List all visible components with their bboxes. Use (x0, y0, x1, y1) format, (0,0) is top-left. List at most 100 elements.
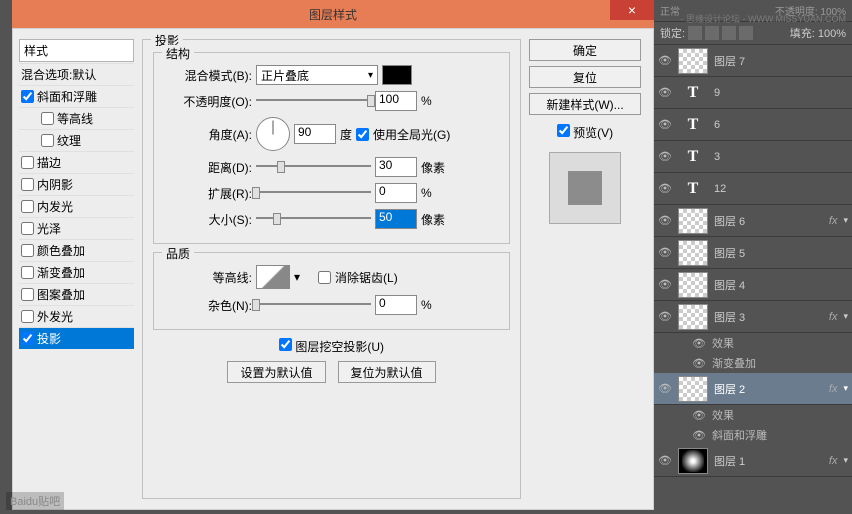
style-item[interactable]: 图案叠加 (19, 283, 134, 305)
fx-indicator[interactable]: fx (829, 311, 838, 323)
layer-item[interactable]: 👁图层 1fx ▾ (654, 445, 852, 477)
layer-thumbnail[interactable]: T (678, 112, 708, 138)
effect-sub-item[interactable]: 👁效果 (654, 405, 852, 425)
chevron-down-icon[interactable]: ▾ (843, 215, 848, 226)
lock-transparent-icon[interactable] (688, 26, 702, 40)
cancel-button[interactable]: 复位 (529, 66, 641, 88)
style-checkbox[interactable] (41, 112, 54, 125)
style-checkbox[interactable] (21, 310, 34, 323)
effect-sub-item[interactable]: 👁斜面和浮雕 (654, 425, 852, 445)
style-item[interactable]: 投影 (19, 327, 134, 349)
style-checkbox[interactable] (21, 288, 34, 301)
layer-thumbnail[interactable] (678, 448, 708, 474)
effect-sub-item[interactable]: 👁渐变叠加 (654, 353, 852, 373)
layer-thumbnail[interactable] (678, 304, 708, 330)
contour-arrow[interactable]: ▾ (294, 270, 300, 284)
fx-indicator[interactable]: fx (829, 215, 838, 227)
layer-thumbnail[interactable]: T (678, 144, 708, 170)
preview-checkbox[interactable] (557, 124, 570, 137)
layer-item[interactable]: 👁图层 5 (654, 237, 852, 269)
layer-item[interactable]: 👁T3 (654, 141, 852, 173)
layer-thumbnail[interactable] (678, 208, 708, 234)
layer-item[interactable]: 👁T9 (654, 77, 852, 109)
noise-input[interactable]: 0 (375, 295, 417, 315)
style-checkbox[interactable] (21, 244, 34, 257)
visibility-icon[interactable]: 👁 (692, 409, 706, 422)
blend-mode-select[interactable]: 正片叠底 (256, 65, 378, 85)
style-item[interactable]: 斜面和浮雕 (19, 85, 134, 107)
close-button[interactable]: × (610, 0, 654, 20)
style-item[interactable]: 内阴影 (19, 173, 134, 195)
layer-item[interactable]: 👁T12 (654, 173, 852, 205)
opacity-input[interactable]: 100 (375, 91, 417, 111)
chevron-down-icon[interactable]: ▾ (843, 455, 848, 466)
visibility-icon[interactable]: 👁 (692, 429, 706, 442)
layer-item[interactable]: 👁图层 4 (654, 269, 852, 301)
effect-sub-item[interactable]: 👁效果 (654, 333, 852, 353)
angle-input[interactable]: 90 (294, 124, 336, 144)
fx-indicator[interactable]: fx (829, 455, 838, 467)
style-item[interactable]: 颜色叠加 (19, 239, 134, 261)
lock-pixels-icon[interactable] (705, 26, 719, 40)
visibility-icon[interactable]: 👁 (692, 337, 706, 350)
layer-item[interactable]: 👁T6 (654, 109, 852, 141)
chevron-down-icon[interactable]: ▾ (843, 311, 848, 322)
spread-input[interactable]: 0 (375, 183, 417, 203)
style-checkbox[interactable] (21, 266, 34, 279)
antialias-checkbox[interactable] (318, 271, 331, 284)
size-slider[interactable] (256, 210, 371, 228)
visibility-icon[interactable]: 👁 (658, 382, 672, 395)
dialog-title-bar[interactable]: 图层样式 × (12, 0, 654, 28)
visibility-icon[interactable]: 👁 (658, 118, 672, 131)
visibility-icon[interactable]: 👁 (658, 182, 672, 195)
style-item[interactable]: 纹理 (19, 129, 134, 151)
chevron-down-icon[interactable]: ▾ (843, 383, 848, 394)
global-light-checkbox[interactable] (356, 128, 369, 141)
distance-input[interactable]: 30 (375, 157, 417, 177)
visibility-icon[interactable]: 👁 (658, 246, 672, 259)
distance-slider[interactable] (256, 158, 371, 176)
visibility-icon[interactable]: 👁 (658, 150, 672, 163)
style-checkbox[interactable] (21, 332, 34, 345)
styles-header[interactable]: 样式 (19, 39, 134, 62)
new-style-button[interactable]: 新建样式(W)... (529, 93, 641, 115)
ok-button[interactable]: 确定 (529, 39, 641, 61)
layer-item[interactable]: 👁图层 2fx ▾ (654, 373, 852, 405)
style-checkbox[interactable] (41, 134, 54, 147)
layer-thumbnail[interactable]: T (678, 176, 708, 202)
layer-thumbnail[interactable] (678, 376, 708, 402)
blend-options-item[interactable]: 混合选项:默认 (19, 63, 134, 85)
lock-all-icon[interactable] (739, 26, 753, 40)
noise-slider[interactable] (256, 296, 371, 314)
style-checkbox[interactable] (21, 222, 34, 235)
style-checkbox[interactable] (21, 200, 34, 213)
layer-item[interactable]: 👁图层 3fx ▾ (654, 301, 852, 333)
layer-item[interactable]: 👁图层 7 (654, 45, 852, 77)
style-checkbox[interactable] (21, 156, 34, 169)
angle-dial[interactable] (256, 117, 290, 151)
style-checkbox[interactable] (21, 90, 34, 103)
layer-thumbnail[interactable]: T (678, 80, 708, 106)
visibility-icon[interactable]: 👁 (658, 54, 672, 67)
layer-thumbnail[interactable] (678, 240, 708, 266)
style-item[interactable]: 内发光 (19, 195, 134, 217)
layer-thumbnail[interactable] (678, 272, 708, 298)
set-default-button[interactable]: 设置为默认值 (227, 361, 325, 383)
knockout-checkbox[interactable] (279, 338, 292, 351)
visibility-icon[interactable]: 👁 (658, 86, 672, 99)
fx-indicator[interactable]: fx (829, 383, 838, 395)
style-item[interactable]: 描边 (19, 151, 134, 173)
visibility-icon[interactable]: 👁 (692, 357, 706, 370)
visibility-icon[interactable]: 👁 (658, 454, 672, 467)
visibility-icon[interactable]: 👁 (658, 278, 672, 291)
restore-default-button[interactable]: 复位为默认值 (338, 361, 436, 383)
visibility-icon[interactable]: 👁 (658, 310, 672, 323)
style-item[interactable]: 等高线 (19, 107, 134, 129)
opacity-slider[interactable] (256, 92, 371, 110)
spread-slider[interactable] (256, 184, 371, 202)
style-checkbox[interactable] (21, 178, 34, 191)
layer-thumbnail[interactable] (678, 48, 708, 74)
lock-position-icon[interactable] (722, 26, 736, 40)
size-input[interactable]: 50 (375, 209, 417, 229)
layer-item[interactable]: 👁图层 6fx ▾ (654, 205, 852, 237)
